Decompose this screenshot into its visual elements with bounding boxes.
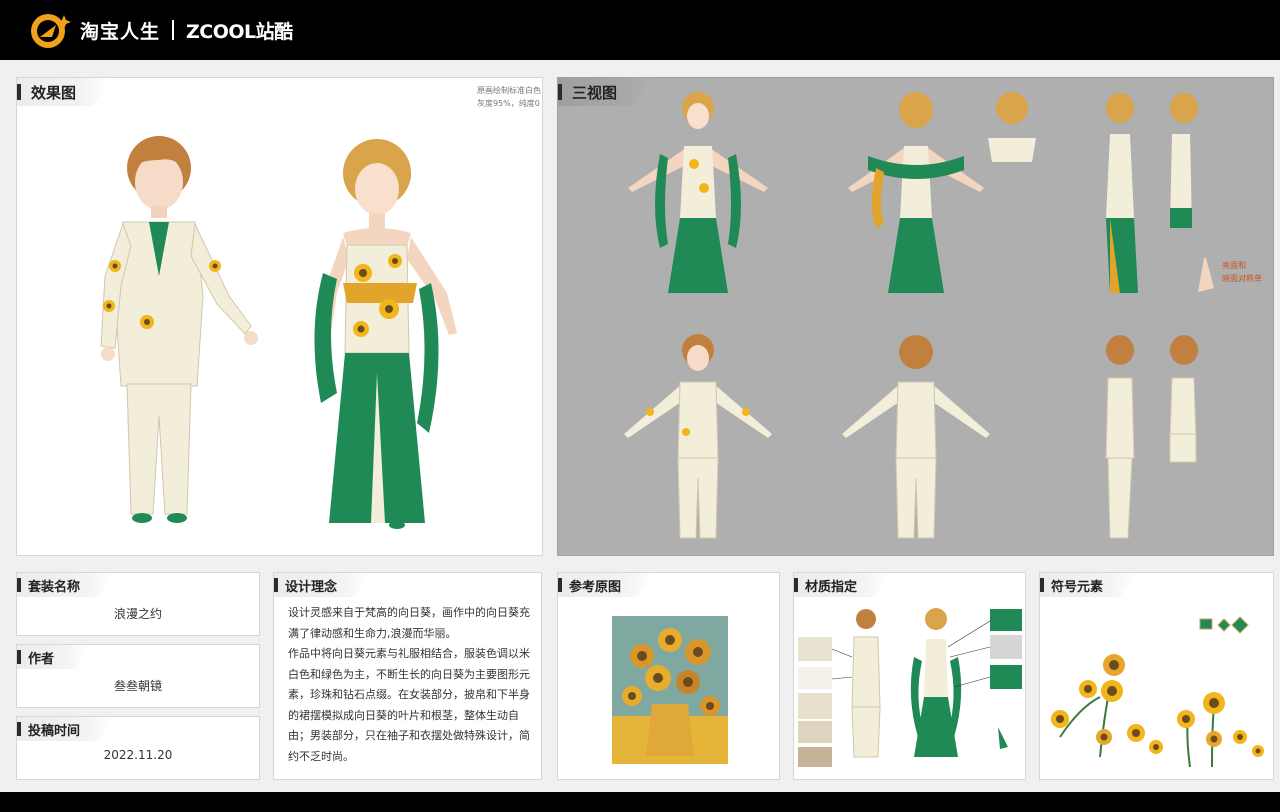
three-view-shoe-note: 亮面和 暗面对称单 xyxy=(1222,259,1262,285)
header-bar: 淘宝人生 ZCOOL站酷 xyxy=(0,0,1280,60)
sunflower-symbol-elements xyxy=(1051,616,1264,768)
submit-time-label: 投稿时间 xyxy=(17,717,115,741)
render-note-line1: 原画绘制标准白色 xyxy=(477,86,541,95)
female-character-render xyxy=(314,139,457,529)
sunflowers-painting-image xyxy=(612,616,728,764)
three-view-note-line2: 暗面对称单 xyxy=(1222,274,1262,283)
reference-panel: 参考原图 xyxy=(557,572,780,780)
three-view-turnaround xyxy=(624,92,1214,539)
symbols-panel: 符号元素 xyxy=(1039,572,1274,780)
material-swatches-diagram xyxy=(798,608,1022,767)
submit-time-value: 2022.11.20 xyxy=(103,748,173,762)
design-concept-paragraph-2: 作品中将向日葵元素与礼服相结合，服装色调以米白色和绿色为主，不断生长的向日葵为主… xyxy=(288,647,530,763)
taobao-life-logo-icon xyxy=(26,7,72,53)
author-panel: 作者 叁叁朝镜 xyxy=(16,644,260,708)
brand-taobao-life: 淘宝人生 xyxy=(80,20,161,43)
render-panel: 效果图 原画绘制标准白色 灰度95%，纯度0 xyxy=(16,77,543,556)
footer-bar xyxy=(0,792,1280,812)
outfit-name-panel: 套装名称 浪漫之约 xyxy=(16,572,260,636)
materials-panel: 材质指定 xyxy=(793,572,1026,780)
design-concept-panel: 设计理念 设计灵感来自于梵高的向日葵，画作中的向日葵充满了律动感和生命力,浪漫而… xyxy=(273,572,542,780)
brand-zcool: ZCOOL站酷 xyxy=(186,20,293,43)
submit-time-panel: 投稿时间 2022.11.20 xyxy=(16,716,260,780)
brand-divider xyxy=(172,20,175,40)
outfit-name-label: 套装名称 xyxy=(17,573,115,597)
author-value: 叁叁朝镜 xyxy=(113,679,162,693)
three-view-note-line1: 亮面和 xyxy=(1222,261,1246,270)
render-color-note: 原画绘制标准白色 灰度95%，纯度0 xyxy=(477,84,541,110)
male-character-render xyxy=(100,136,258,523)
design-concept-paragraph-1: 设计灵感来自于梵高的向日葵，画作中的向日葵充满了律动感和生命力,浪漫而华丽。 xyxy=(288,606,530,640)
design-concept-text: 设计灵感来自于梵高的向日葵，画作中的向日葵充满了律动感和生命力,浪漫而华丽。 作… xyxy=(288,603,532,767)
symbols-label: 符号元素 xyxy=(1040,573,1138,597)
materials-label: 材质指定 xyxy=(794,573,892,597)
render-panel-title: 效果图 xyxy=(17,78,111,106)
three-view-panel: 三视图 亮面和 暗面对称单 xyxy=(557,77,1274,556)
author-label: 作者 xyxy=(17,645,89,669)
design-concept-label: 设计理念 xyxy=(274,573,372,597)
outfit-name-value: 浪漫之约 xyxy=(113,607,162,621)
render-note-line2: 灰度95%，纯度0 xyxy=(477,99,540,108)
reference-label: 参考原图 xyxy=(558,573,656,597)
